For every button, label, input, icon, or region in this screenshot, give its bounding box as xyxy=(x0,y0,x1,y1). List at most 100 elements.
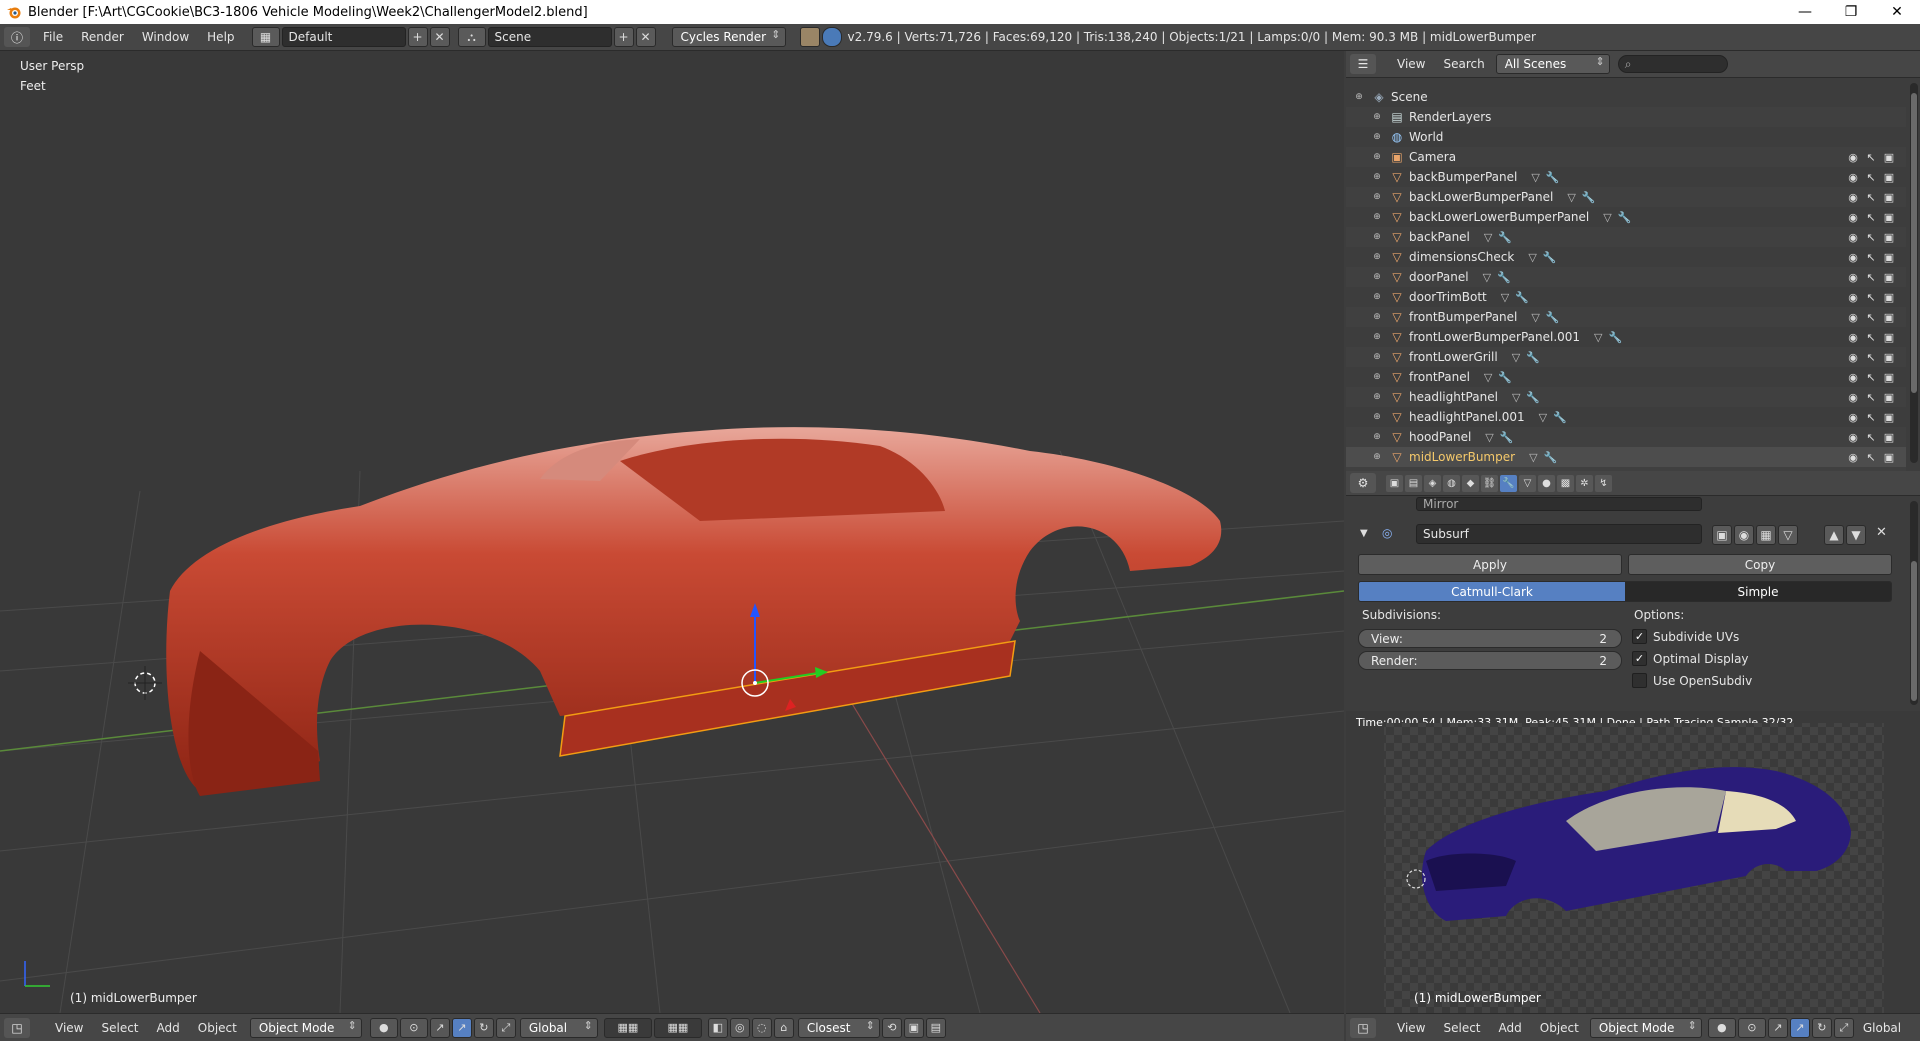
proportional-toggle[interactable]: ◎ xyxy=(729,1017,750,1038)
cursor-icon[interactable]: ↖ xyxy=(1864,171,1878,184)
cursor-icon[interactable]: ↖ xyxy=(1864,271,1878,284)
move-down-button[interactable]: ▼ xyxy=(1846,525,1866,545)
viewport-menu-select[interactable]: Select xyxy=(92,1021,147,1035)
cursor-icon[interactable]: ↖ xyxy=(1864,411,1878,424)
render-menu-add[interactable]: Add xyxy=(1490,1021,1531,1035)
eye-icon[interactable]: ◉ xyxy=(1846,371,1860,384)
outliner-item[interactable]: ⊕ ▽ headlightPanel ▽ 🔧 ◉ ↖ ▣ xyxy=(1346,387,1906,407)
render-rotate-toggle[interactable]: ↻ xyxy=(1811,1017,1832,1038)
camera-icon[interactable]: ▣ xyxy=(1882,431,1896,444)
outliner-menu-view[interactable]: View xyxy=(1388,57,1434,71)
expand-toggle-icon[interactable]: ⊕ xyxy=(1372,232,1382,242)
layout-browse-button[interactable]: ▦ xyxy=(251,27,280,47)
expand-toggle-icon[interactable]: ⊕ xyxy=(1372,392,1382,402)
cursor-icon[interactable]: ↖ xyxy=(1864,391,1878,404)
snap-toggle[interactable]: ⌂ xyxy=(773,1017,794,1038)
catmull-clark-option[interactable]: Catmull-Clark xyxy=(1359,582,1625,601)
subdivision-algorithm-toggle[interactable]: Catmull-Clark Simple xyxy=(1358,581,1892,602)
render-menu-object[interactable]: Object xyxy=(1531,1021,1588,1035)
outliner-item[interactable]: ⊕ ▽ frontLowerGrill ▽ 🔧 ◉ ↖ ▣ xyxy=(1346,347,1906,367)
cursor-icon[interactable]: ↖ xyxy=(1864,311,1878,324)
restore-button[interactable]: ❐ xyxy=(1828,0,1874,24)
expand-toggle-icon[interactable]: ⊕ xyxy=(1372,252,1382,262)
opengl-render-button[interactable]: ▣ xyxy=(903,1017,924,1038)
expand-toggle-icon[interactable]: ⊕ xyxy=(1372,312,1382,322)
tab-render-icon[interactable]: ▣ xyxy=(1386,474,1403,492)
3d-cursor-icon[interactable] xyxy=(128,666,162,700)
expand-toggle-icon[interactable]: ⊕ xyxy=(1372,172,1382,182)
expand-toggle-icon[interactable]: ⊕ xyxy=(1372,432,1382,442)
render-menu-view[interactable]: View xyxy=(1388,1021,1434,1035)
outliner-search-input[interactable]: ⌕ xyxy=(1617,55,1728,73)
expand-toggle-icon[interactable]: ⊕ xyxy=(1372,332,1382,342)
3d-viewport[interactable]: User Persp Feet (1) midLowerBumper xyxy=(0,51,1344,1013)
use-opensubdiv-checkbox[interactable]: Use OpenSubdiv xyxy=(1632,673,1752,688)
properties-scrollbar[interactable] xyxy=(1910,501,1918,705)
delete-layout-button[interactable]: ✕ xyxy=(429,27,450,47)
render-editor-type-button[interactable]: ◳ xyxy=(1350,1017,1376,1038)
camera-icon[interactable]: ▣ xyxy=(1882,391,1896,404)
outliner-item[interactable]: ⊕ ▽ doorPanel ▽ 🔧 ◉ ↖ ▣ xyxy=(1346,267,1906,287)
tab-physics-icon[interactable]: ↯ xyxy=(1595,474,1612,492)
properties-editor-type-button[interactable]: ⚙ xyxy=(1350,473,1376,493)
viewport-menu-object[interactable]: Object xyxy=(189,1021,246,1035)
proportional-falloff[interactable]: ◌ xyxy=(751,1017,772,1038)
camera-icon[interactable]: ▣ xyxy=(1882,211,1896,224)
expand-toggle-icon[interactable]: ⊕ xyxy=(1372,352,1382,362)
outliner-item[interactable]: ⊕ ▣ Camera ◉ ↖ ▣ xyxy=(1346,147,1906,167)
add-layout-button[interactable]: + xyxy=(407,27,428,47)
outliner-item[interactable]: ⊕ ▽ doorTrimBott ▽ 🔧 ◉ ↖ ▣ xyxy=(1346,287,1906,307)
eye-icon[interactable]: ◉ xyxy=(1846,231,1860,244)
layer-grid-2[interactable]: ▦▦ xyxy=(653,1017,702,1038)
camera-icon[interactable]: ▣ xyxy=(1882,271,1896,284)
mode-dropdown[interactable]: Object Mode xyxy=(249,1017,362,1038)
outliner-item[interactable]: ⊕ ▽ headlightPanel.001 ▽ 🔧 ◉ ↖ ▣ xyxy=(1346,407,1906,427)
eye-icon[interactable]: ◉ xyxy=(1846,331,1860,344)
scale-toggle[interactable]: ⤢ xyxy=(495,1017,516,1038)
snap-target-dropdown[interactable]: Closest xyxy=(797,1017,880,1038)
viewport-editor-type-button[interactable]: ◳ xyxy=(4,1017,30,1038)
expand-toggle-icon[interactable]: ⊕ xyxy=(1354,92,1364,102)
render-pivot-dropdown[interactable]: ⊙ xyxy=(1737,1017,1766,1038)
render-manipulator-toggle[interactable]: ↗ xyxy=(1767,1017,1788,1038)
render-translate-toggle[interactable]: ↗ xyxy=(1789,1017,1810,1038)
modifier-cage-toggle[interactable]: ▽ xyxy=(1778,525,1798,545)
scene-browse-button[interactable]: ⛬ xyxy=(457,27,486,47)
eye-icon[interactable]: ◉ xyxy=(1846,171,1860,184)
cursor-icon[interactable]: ↖ xyxy=(1864,371,1878,384)
tab-layers-icon[interactable]: ▤ xyxy=(1405,474,1422,492)
render-scale-toggle[interactable]: ⤢ xyxy=(1833,1017,1854,1038)
outliner-item[interactable]: ⊕ ▽ dimensionsCheck ▽ 🔧 ◉ ↖ ▣ xyxy=(1346,247,1906,267)
close-button[interactable]: ✕ xyxy=(1874,0,1920,24)
eye-icon[interactable]: ◉ xyxy=(1846,311,1860,324)
tab-data-icon[interactable]: ▽ xyxy=(1519,474,1536,492)
render-scene[interactable] xyxy=(1346,711,1920,1013)
opengl-anim-button[interactable]: ▤ xyxy=(925,1017,946,1038)
outliner-item[interactable]: ⊕ ▽ frontLowerBumperPanel.001 ▽ 🔧 ◉ ↖ ▣ xyxy=(1346,327,1906,347)
cursor-icon[interactable]: ↖ xyxy=(1864,191,1878,204)
shading-dropdown[interactable]: ● xyxy=(369,1017,398,1038)
camera-icon[interactable]: ▣ xyxy=(1882,151,1896,164)
eye-icon[interactable]: ◉ xyxy=(1846,211,1860,224)
expand-toggle-icon[interactable]: ⊕ xyxy=(1372,412,1382,422)
camera-icon[interactable]: ▣ xyxy=(1882,191,1896,204)
tab-material-icon[interactable]: ● xyxy=(1538,474,1555,492)
modifier-editmode-toggle[interactable]: ▦ xyxy=(1756,525,1776,545)
render-menu-select[interactable]: Select xyxy=(1434,1021,1489,1035)
modifier-render-toggle[interactable]: ▣ xyxy=(1712,525,1732,545)
subdivide-uvs-checkbox[interactable]: ✓ Subdivide UVs xyxy=(1632,629,1739,644)
remove-modifier-button[interactable]: ✕ xyxy=(1876,525,1887,540)
eye-icon[interactable]: ◉ xyxy=(1846,411,1860,424)
expand-toggle-icon[interactable]: ⊕ xyxy=(1372,132,1382,142)
delete-scene-button[interactable]: ✕ xyxy=(635,27,656,47)
outliner-editor-type-button[interactable]: ☰ xyxy=(1350,54,1376,74)
render-mode-dropdown[interactable]: Object Mode xyxy=(1589,1017,1702,1038)
outliner-item[interactable]: ⊕ ▽ frontBumperPanel ▽ 🔧 ◉ ↖ ▣ xyxy=(1346,307,1906,327)
cursor-icon[interactable]: ↖ xyxy=(1864,431,1878,444)
camera-icon[interactable]: ▣ xyxy=(1882,291,1896,304)
menu-window[interactable]: Window xyxy=(133,30,198,44)
camera-icon[interactable]: ▣ xyxy=(1882,371,1896,384)
pivot-dropdown[interactable]: ⊙ xyxy=(399,1017,428,1038)
viewport-menu-view[interactable]: View xyxy=(46,1021,92,1035)
cursor-icon[interactable]: ↖ xyxy=(1864,211,1878,224)
